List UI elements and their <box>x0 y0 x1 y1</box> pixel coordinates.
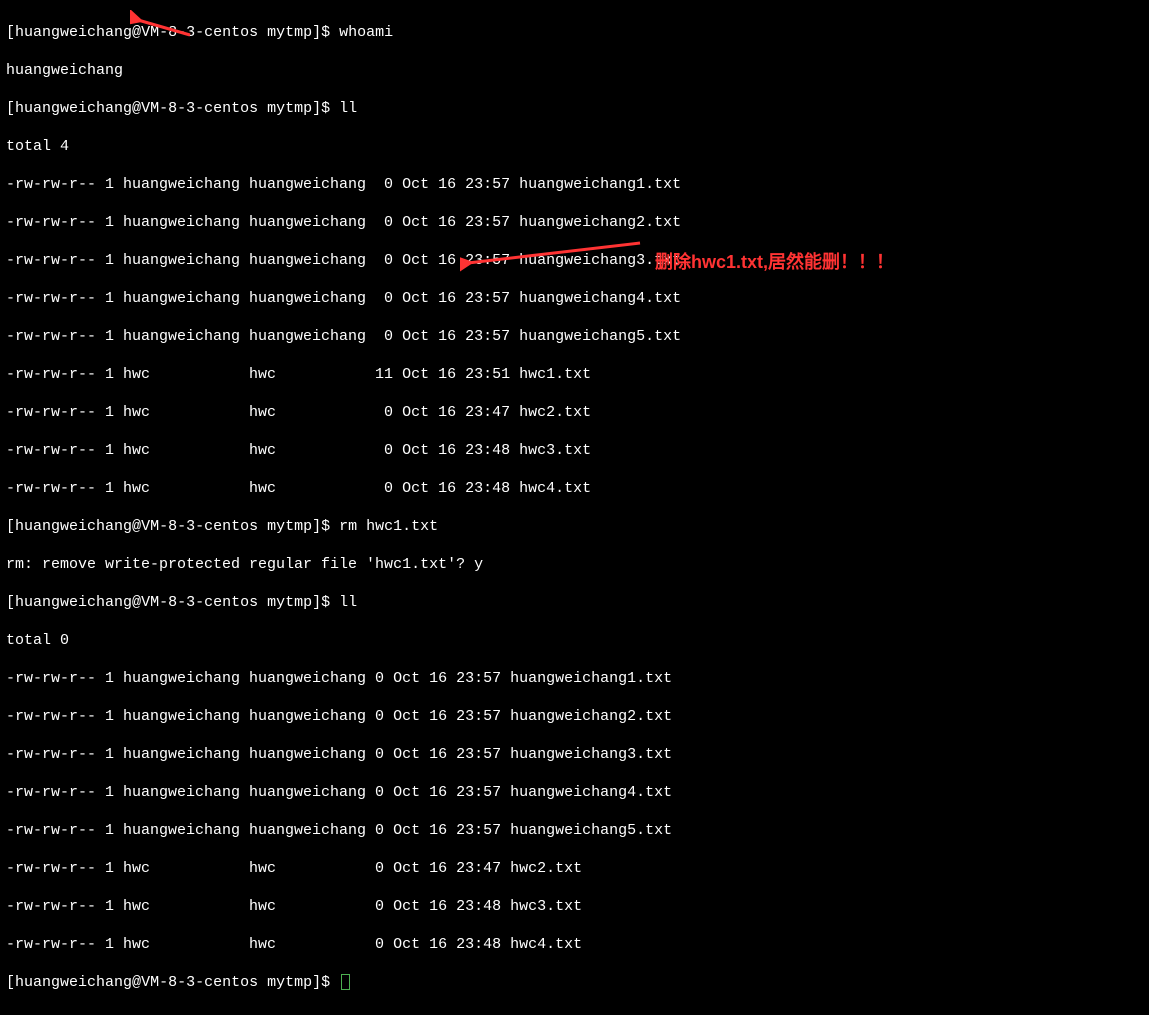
prompt-line: [huangweichang@VM-8-3-centos mytmp]$ who… <box>6 23 1143 42</box>
total-line: total 4 <box>6 137 1143 156</box>
cmd-rm: rm hwc1.txt <box>339 518 438 535</box>
whoami-output: huangweichang <box>6 61 1143 80</box>
ls-row: -rw-rw-r-- 1 huangweichang huangweichang… <box>6 783 1143 802</box>
ls-row: -rw-rw-r-- 1 huangweichang huangweichang… <box>6 707 1143 726</box>
shell-prompt: [huangweichang@VM-8-3-centos mytmp]$ <box>6 100 339 117</box>
cmd-ll: ll <box>339 100 357 117</box>
shell-prompt: [huangweichang@VM-8-3-centos mytmp]$ <box>6 974 339 991</box>
ls-row: -rw-rw-r-- 1 huangweichang huangweichang… <box>6 745 1143 764</box>
cmd-whoami: whoami <box>339 24 393 41</box>
total-line: total 0 <box>6 631 1143 650</box>
shell-prompt: [huangweichang@VM-8-3-centos mytmp]$ <box>6 518 339 535</box>
ls-row: -rw-rw-r-- 1 hwc hwc 11 Oct 16 23:51 hwc… <box>6 365 1143 384</box>
prompt-line: [huangweichang@VM-8-3-centos mytmp]$ ll <box>6 593 1143 612</box>
ls-row: -rw-rw-r-- 1 huangweichang huangweichang… <box>6 669 1143 688</box>
shell-prompt: [huangweichang@VM-8-3-centos mytmp]$ <box>6 594 339 611</box>
shell-prompt: [huangweichang@VM-8-3-centos mytmp]$ <box>6 24 339 41</box>
terminal-output[interactable]: [huangweichang@VM-8-3-centos mytmp]$ who… <box>0 0 1149 1015</box>
ls-row: -rw-rw-r-- 1 hwc hwc 0 Oct 16 23:48 hwc3… <box>6 897 1143 916</box>
prompt-line: [huangweichang@VM-8-3-centos mytmp]$ <box>6 973 1143 992</box>
prompt-line: [huangweichang@VM-8-3-centos mytmp]$ ll <box>6 99 1143 118</box>
ls-row: -rw-rw-r-- 1 hwc hwc 0 Oct 16 23:48 hwc4… <box>6 935 1143 954</box>
cmd-ll: ll <box>339 594 357 611</box>
annotation-text: 删除hwc1.txt,居然能删！！！ <box>655 253 894 272</box>
ls-row: -rw-rw-r-- 1 huangweichang huangweichang… <box>6 821 1143 840</box>
ls-row: -rw-rw-r-- 1 huangweichang huangweichang… <box>6 289 1143 308</box>
ls-row: -rw-rw-r-- 1 hwc hwc 0 Oct 16 23:47 hwc2… <box>6 859 1143 878</box>
ls-row: -rw-rw-r-- 1 hwc hwc 0 Oct 16 23:48 hwc4… <box>6 479 1143 498</box>
cursor <box>341 974 350 990</box>
ls-row: -rw-rw-r-- 1 huangweichang huangweichang… <box>6 327 1143 346</box>
ls-row: -rw-rw-r-- 1 hwc hwc 0 Oct 16 23:48 hwc3… <box>6 441 1143 460</box>
rm-confirm: rm: remove write-protected regular file … <box>6 555 1143 574</box>
ls-row: -rw-rw-r-- 1 huangweichang huangweichang… <box>6 251 1143 270</box>
ls-row: -rw-rw-r-- 1 hwc hwc 0 Oct 16 23:47 hwc2… <box>6 403 1143 422</box>
prompt-line: [huangweichang@VM-8-3-centos mytmp]$ rm … <box>6 517 1143 536</box>
ls-row: -rw-rw-r-- 1 huangweichang huangweichang… <box>6 213 1143 232</box>
ls-row: -rw-rw-r-- 1 huangweichang huangweichang… <box>6 175 1143 194</box>
